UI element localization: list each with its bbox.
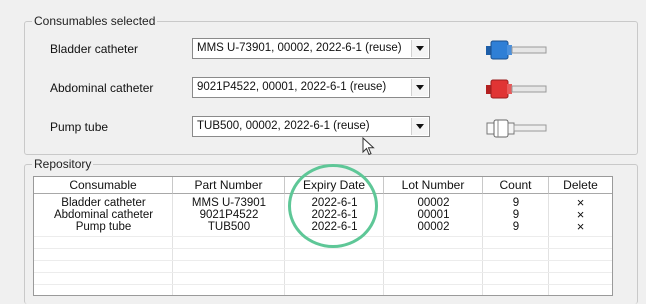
row-divider <box>34 248 612 249</box>
cell-expiry-date: 2022-6-1 <box>311 197 358 209</box>
cell-count: 9 <box>512 221 520 233</box>
repository-title: Repository <box>32 157 94 171</box>
cell-count: 9 <box>512 197 520 209</box>
abdominal-catheter-label: Abdominal catheter <box>50 81 154 95</box>
column-header-lot-number[interactable]: Lot Number <box>384 177 483 194</box>
pump-tube-select[interactable]: TUB500, 00002, 2022-6-1 (reuse) <box>192 116 430 137</box>
mouse-cursor-icon <box>362 137 375 156</box>
column-header-delete[interactable]: Delete <box>549 177 612 194</box>
bladder-catheter-dropdown-button[interactable] <box>411 40 428 57</box>
chevron-down-icon <box>416 124 424 129</box>
abdominal-catheter-connector-icon <box>486 79 547 99</box>
cell-lot-number: 00002 <box>417 197 450 209</box>
column-header-count[interactable]: Count <box>483 177 549 194</box>
consumables-selected-title: Consumables selected <box>32 14 158 28</box>
delete-icon[interactable]: × <box>549 220 612 233</box>
chevron-down-icon <box>416 85 424 90</box>
cell-consumable: Pump tube <box>75 221 132 233</box>
cell-part-number: MMS U-73901 <box>191 197 267 209</box>
cell-part-number: 9021P4522 <box>199 209 259 221</box>
bladder-catheter-connector-icon <box>486 40 547 60</box>
cell-expiry-date: 2022-6-1 <box>311 221 358 233</box>
cell-expiry-date: 2022-6-1 <box>311 209 358 221</box>
cell-lot-number: 00002 <box>417 221 450 233</box>
cell-part-number: TUB500 <box>207 221 251 233</box>
column-header-consumable[interactable]: Consumable <box>34 177 173 194</box>
column-header-expiry-date[interactable]: Expiry Date <box>285 177 384 194</box>
chevron-down-icon <box>416 46 424 51</box>
cell-consumable: Abdominal catheter <box>53 209 154 221</box>
cell-consumable: Bladder catheter <box>61 197 146 209</box>
pump-tube-connector-icon <box>486 119 547 138</box>
cell-count: 9 <box>512 209 520 221</box>
abdominal-catheter-select-value: 9021P4522, 00001, 2022-6-1 (reuse) <box>197 81 387 93</box>
abdominal-catheter-dropdown-button[interactable] <box>411 79 428 96</box>
row-divider <box>34 284 612 285</box>
row-divider <box>34 236 612 237</box>
row-divider <box>34 272 612 273</box>
column-header-part-number[interactable]: Part Number <box>173 177 285 194</box>
pump-tube-select-value: TUB500, 00002, 2022-6-1 (reuse) <box>197 120 370 132</box>
bladder-catheter-label: Bladder catheter <box>50 42 139 56</box>
row-divider <box>34 260 612 261</box>
abdominal-catheter-select[interactable]: 9021P4522, 00001, 2022-6-1 (reuse) <box>192 77 430 98</box>
repository-table: Consumable Part Number Expiry Date Lot N… <box>33 176 613 296</box>
table-header: Consumable Part Number Expiry Date Lot N… <box>34 177 612 195</box>
bladder-catheter-select[interactable]: MMS U-73901, 00002, 2022-6-1 (reuse) <box>192 38 430 59</box>
pump-tube-dropdown-button[interactable] <box>411 118 428 135</box>
pump-tube-label: Pump tube <box>50 120 109 134</box>
bladder-catheter-select-value: MMS U-73901, 00002, 2022-6-1 (reuse) <box>197 42 402 54</box>
cell-lot-number: 00001 <box>417 209 450 221</box>
